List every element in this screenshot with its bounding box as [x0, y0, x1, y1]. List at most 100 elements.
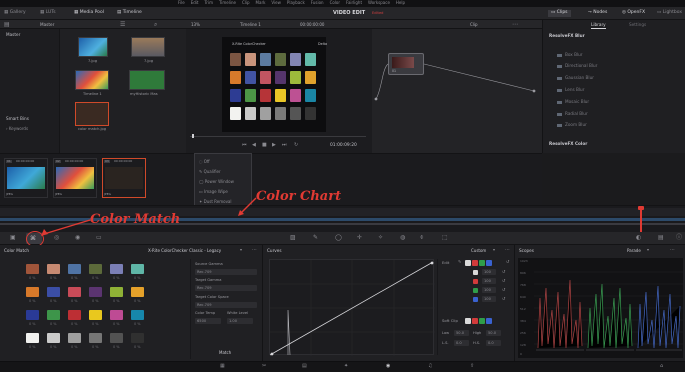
- tab-gallery[interactable]: ▦ Gallery: [4, 10, 26, 16]
- bin-list-icon[interactable]: ▤: [4, 21, 10, 28]
- swatch[interactable]: [110, 333, 123, 343]
- menu-mark[interactable]: Mark: [256, 1, 266, 5]
- clip-thumb-3[interactable]: 03 00:00:00:00 JPEG: [102, 158, 146, 198]
- channel-g-value[interactable]: 100: [482, 287, 496, 293]
- menu-edit[interactable]: Edit: [191, 1, 199, 5]
- step-back-icon[interactable]: ◀: [252, 143, 256, 148]
- viewer-scrub-bar[interactable]: [190, 136, 366, 137]
- media-page-icon[interactable]: ▦: [220, 364, 225, 369]
- magic-mask-icon[interactable]: ✧: [378, 235, 383, 241]
- swatch[interactable]: [68, 287, 81, 297]
- fx-box-blur[interactable]: Box Blur: [557, 52, 583, 57]
- keywords-bin[interactable]: › Keywords: [6, 127, 28, 131]
- list-view-icon[interactable]: ☰: [120, 21, 125, 28]
- swatch[interactable]: [68, 264, 81, 274]
- master-bin[interactable]: Master: [6, 32, 20, 37]
- media-clip-1[interactable]: [78, 37, 108, 57]
- menu-clip[interactable]: Clip: [242, 1, 250, 5]
- tab-fx-settings[interactable]: Settings: [629, 22, 646, 27]
- media-clip-3[interactable]: [75, 70, 109, 90]
- hs-field[interactable]: 0.0: [486, 340, 501, 346]
- swatch[interactable]: [26, 310, 39, 320]
- fx-zoom-blur[interactable]: Zoom Blur: [557, 122, 587, 127]
- channel-b-chip[interactable]: [486, 260, 492, 266]
- swatch[interactable]: [131, 287, 144, 297]
- swatch[interactable]: [89, 333, 102, 343]
- target-gamma-select[interactable]: Rec.709: [195, 285, 257, 291]
- swatch[interactable]: [26, 264, 39, 274]
- softclip-y-chip[interactable]: [465, 318, 471, 324]
- menu-color[interactable]: Color: [330, 1, 340, 5]
- swatch[interactable]: [47, 310, 60, 320]
- chart-type-selector[interactable]: X-Rite ColorChecker Classic - Legacy: [148, 249, 221, 253]
- swatch[interactable]: [131, 333, 144, 343]
- media-clip-5[interactable]: [75, 102, 109, 126]
- swatch[interactable]: [89, 310, 102, 320]
- deliver-page-icon[interactable]: ⇪: [470, 364, 474, 369]
- menu-fusion[interactable]: Fusion: [311, 1, 324, 5]
- jump-end-icon[interactable]: ⏭: [282, 143, 287, 148]
- scope-view-icon[interactable]: ◐: [636, 235, 641, 241]
- menu-playback[interactable]: Playback: [287, 1, 305, 5]
- viewer-zoom[interactable]: 13%: [191, 22, 200, 27]
- fusion-page-icon[interactable]: ✦: [344, 364, 348, 369]
- high-field[interactable]: 50.0: [486, 330, 501, 336]
- channel-y-value[interactable]: 100: [482, 269, 496, 275]
- swatch[interactable]: [26, 333, 39, 343]
- channel-g-reset-icon[interactable]: ↺: [502, 288, 505, 292]
- swatch[interactable]: [131, 310, 144, 320]
- clip-thumb-2[interactable]: 02 00:00:00:00 JPEG: [53, 158, 97, 198]
- menu-file[interactable]: File: [178, 1, 185, 5]
- edit-page-icon[interactable]: ▤: [302, 364, 307, 369]
- swatch[interactable]: [110, 310, 123, 320]
- menu-timeline[interactable]: Timeline: [219, 1, 236, 5]
- curves-mode[interactable]: Custom: [471, 249, 486, 253]
- swatch[interactable]: [47, 333, 60, 343]
- scope-mode-dropdown-icon[interactable]: ▾: [647, 248, 649, 252]
- swatch[interactable]: [68, 333, 81, 343]
- window-tool-icon[interactable]: ◯: [335, 235, 342, 241]
- fx-directional-blur[interactable]: Directional Blur: [557, 63, 597, 68]
- timeline-selector[interactable]: Timeline 1: [240, 22, 261, 27]
- reset-icon[interactable]: ↺: [506, 260, 509, 264]
- stop-icon[interactable]: ■: [262, 143, 267, 148]
- swatch[interactable]: [89, 287, 102, 297]
- softclip-b-chip[interactable]: [486, 318, 492, 324]
- fx-mosaic-blur[interactable]: Mosaic Blur: [557, 99, 589, 104]
- fx-lens-blur[interactable]: Lens Blur: [557, 87, 584, 92]
- menu-item-image-wipe[interactable]: ▭ Image Wipe: [199, 189, 228, 194]
- play-icon[interactable]: ▶: [272, 143, 276, 148]
- key-icon[interactable]: ⌽: [420, 235, 424, 241]
- camera-raw-icon[interactable]: ▣: [10, 235, 16, 241]
- menu-fairlight[interactable]: Fairlight: [346, 1, 362, 5]
- swatch[interactable]: [89, 264, 102, 274]
- panel-options-icon[interactable]: ⋯: [252, 248, 257, 253]
- menu-item-power-window[interactable]: ◯ Power Window: [199, 179, 234, 184]
- menu-workspace[interactable]: Workspace: [368, 1, 390, 5]
- media-clip-2[interactable]: [131, 37, 165, 57]
- menu-view[interactable]: View: [271, 1, 281, 5]
- loop-icon[interactable]: ↻: [294, 143, 298, 148]
- curve-graph[interactable]: [269, 259, 435, 356]
- scope-mode-select[interactable]: Parade: [627, 249, 641, 253]
- channel-r-reset-icon[interactable]: ↺: [502, 279, 505, 283]
- channel-r-chip[interactable]: [472, 260, 478, 266]
- menu-item-dust-removal[interactable]: ✦ Dust Removal: [199, 199, 232, 204]
- info-icon[interactable]: ⓘ: [676, 235, 682, 241]
- low-field[interactable]: 50.0: [454, 330, 469, 336]
- fx-gaussian-blur[interactable]: Gaussian Blur: [557, 75, 594, 80]
- tab-timeline[interactable]: ▤ Timeline: [117, 10, 142, 16]
- menu-item-qualifier[interactable]: ✎ Qualifier: [199, 169, 221, 174]
- sizing-icon[interactable]: ⬚: [442, 235, 448, 241]
- fx-radial-blur[interactable]: Radial Blur: [557, 111, 588, 116]
- search-icon[interactable]: ⌕: [154, 21, 157, 28]
- color-page-icon[interactable]: ◉: [386, 364, 390, 369]
- channel-g-chip[interactable]: [479, 260, 485, 266]
- swatch[interactable]: [47, 264, 60, 274]
- jump-start-icon[interactable]: ⏮: [242, 143, 247, 148]
- channel-y-reset-icon[interactable]: ↺: [502, 270, 505, 274]
- tab-lightbox[interactable]: ▭ Lightbox: [657, 10, 682, 16]
- scope-options-icon[interactable]: ⋯: [670, 248, 675, 253]
- curves-options-icon[interactable]: ⋯: [505, 248, 510, 253]
- source-gamma-select[interactable]: Rec.709: [195, 269, 257, 275]
